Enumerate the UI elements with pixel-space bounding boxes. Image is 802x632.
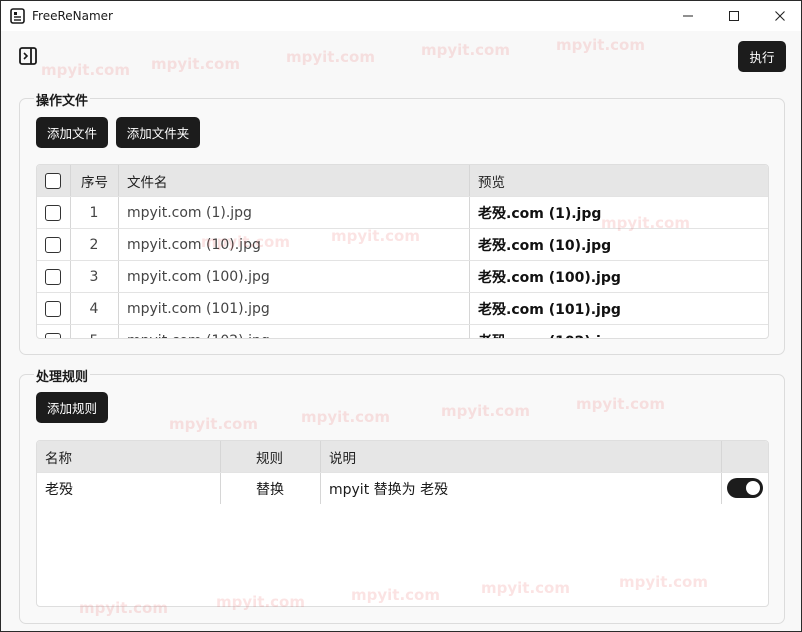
row-checkbox[interactable] (45, 301, 61, 317)
minimize-button[interactable] (665, 1, 711, 31)
maximize-button[interactable] (711, 1, 757, 31)
row-filename: mpyit.com (100).jpg (127, 269, 270, 285)
header-name: 名称 (45, 450, 72, 467)
header-description: 说明 (329, 450, 356, 467)
table-row[interactable]: 2 mpyit.com (10).jpg 老殁.com (10).jpg (37, 228, 768, 260)
row-preview: 老殁.com (101).jpg (478, 302, 621, 318)
watermark: mpyit.com (41, 61, 130, 79)
rule-enabled-toggle[interactable] (727, 478, 763, 498)
row-preview: 老殁.com (1).jpg (478, 206, 602, 222)
app-logo-icon (10, 8, 25, 24)
table-row[interactable]: 4 mpyit.com (101).jpg 老殁.com (101).jpg (37, 292, 768, 324)
title-bar: FreeReNamer (1, 1, 801, 31)
table-row[interactable]: 1 mpyit.com (1).jpg 老殁.com (1).jpg (37, 196, 768, 228)
row-index: 5 (70, 325, 118, 338)
toggle-knob (746, 481, 760, 495)
close-button[interactable] (757, 1, 802, 31)
row-index: 3 (89, 269, 99, 285)
watermark: mpyit.com (556, 36, 645, 54)
add-folder-button[interactable]: 添加文件夹 (116, 117, 200, 148)
add-rule-button[interactable]: 添加规则 (36, 392, 108, 423)
row-index: 4 (89, 301, 99, 317)
rule-name: 老殁 (45, 482, 73, 498)
table-row[interactable]: 3 mpyit.com (100).jpg 老殁.com (100).jpg (37, 260, 768, 292)
row-checkbox[interactable] (45, 205, 61, 221)
row-preview: 老殁.com (102).jpg (478, 325, 621, 338)
row-preview: 老殁.com (100).jpg (478, 270, 621, 286)
row-filename: mpyit.com (10).jpg (127, 237, 261, 253)
table-row[interactable]: 老殁 替换 mpyit 替换为 老殁 (37, 472, 768, 504)
rule-type: 替换 (256, 482, 284, 498)
files-table-header: 序号 文件名 预览 (37, 165, 768, 196)
watermark: mpyit.com (286, 48, 375, 66)
select-all-checkbox[interactable] (45, 173, 61, 189)
row-index: 2 (89, 237, 99, 253)
rules-table: 名称 规则 说明 老殁 替换 mpyit 替换为 老殁 (36, 440, 769, 607)
rules-table-header: 名称 规则 说明 (37, 441, 768, 472)
execute-button[interactable]: 执行 (738, 41, 786, 72)
row-filename: mpyit.com (102).jpg (127, 325, 270, 338)
files-table: 序号 文件名 预览 1 mpyit.com (1).jpg 老殁.com (1)… (36, 164, 769, 339)
maximize-icon (729, 11, 739, 21)
row-checkbox[interactable] (45, 269, 61, 285)
table-row[interactable]: 5 mpyit.com (102).jpg 老殁.com (102).jpg (37, 324, 768, 338)
close-icon (775, 11, 785, 21)
minimize-icon (683, 15, 693, 17)
header-preview: 预览 (478, 174, 505, 191)
window-title: FreeReNamer (32, 9, 113, 23)
row-filename: mpyit.com (101).jpg (127, 301, 270, 317)
header-rule: 规则 (256, 450, 283, 467)
files-panel-title: 操作文件 (34, 90, 91, 109)
watermark: mpyit.com (151, 55, 240, 73)
row-filename: mpyit.com (1).jpg (127, 205, 252, 221)
sidebar-toggle-icon[interactable] (19, 47, 37, 65)
app-window: FreeReNamer 执行 操作文件 添加文件 添加文件夹 序号 文件名 预览 (0, 0, 802, 632)
header-index: 序号 (81, 174, 108, 191)
row-checkbox[interactable] (45, 237, 61, 253)
row-preview: 老殁.com (10).jpg (478, 238, 612, 254)
rule-description: mpyit 替换为 老殁 (329, 482, 449, 498)
add-file-button[interactable]: 添加文件 (36, 117, 108, 148)
rules-panel-title: 处理规则 (34, 366, 91, 385)
row-checkbox[interactable] (45, 333, 61, 338)
header-filename: 文件名 (127, 174, 168, 191)
row-index: 1 (89, 205, 99, 221)
watermark: mpyit.com (421, 41, 510, 59)
